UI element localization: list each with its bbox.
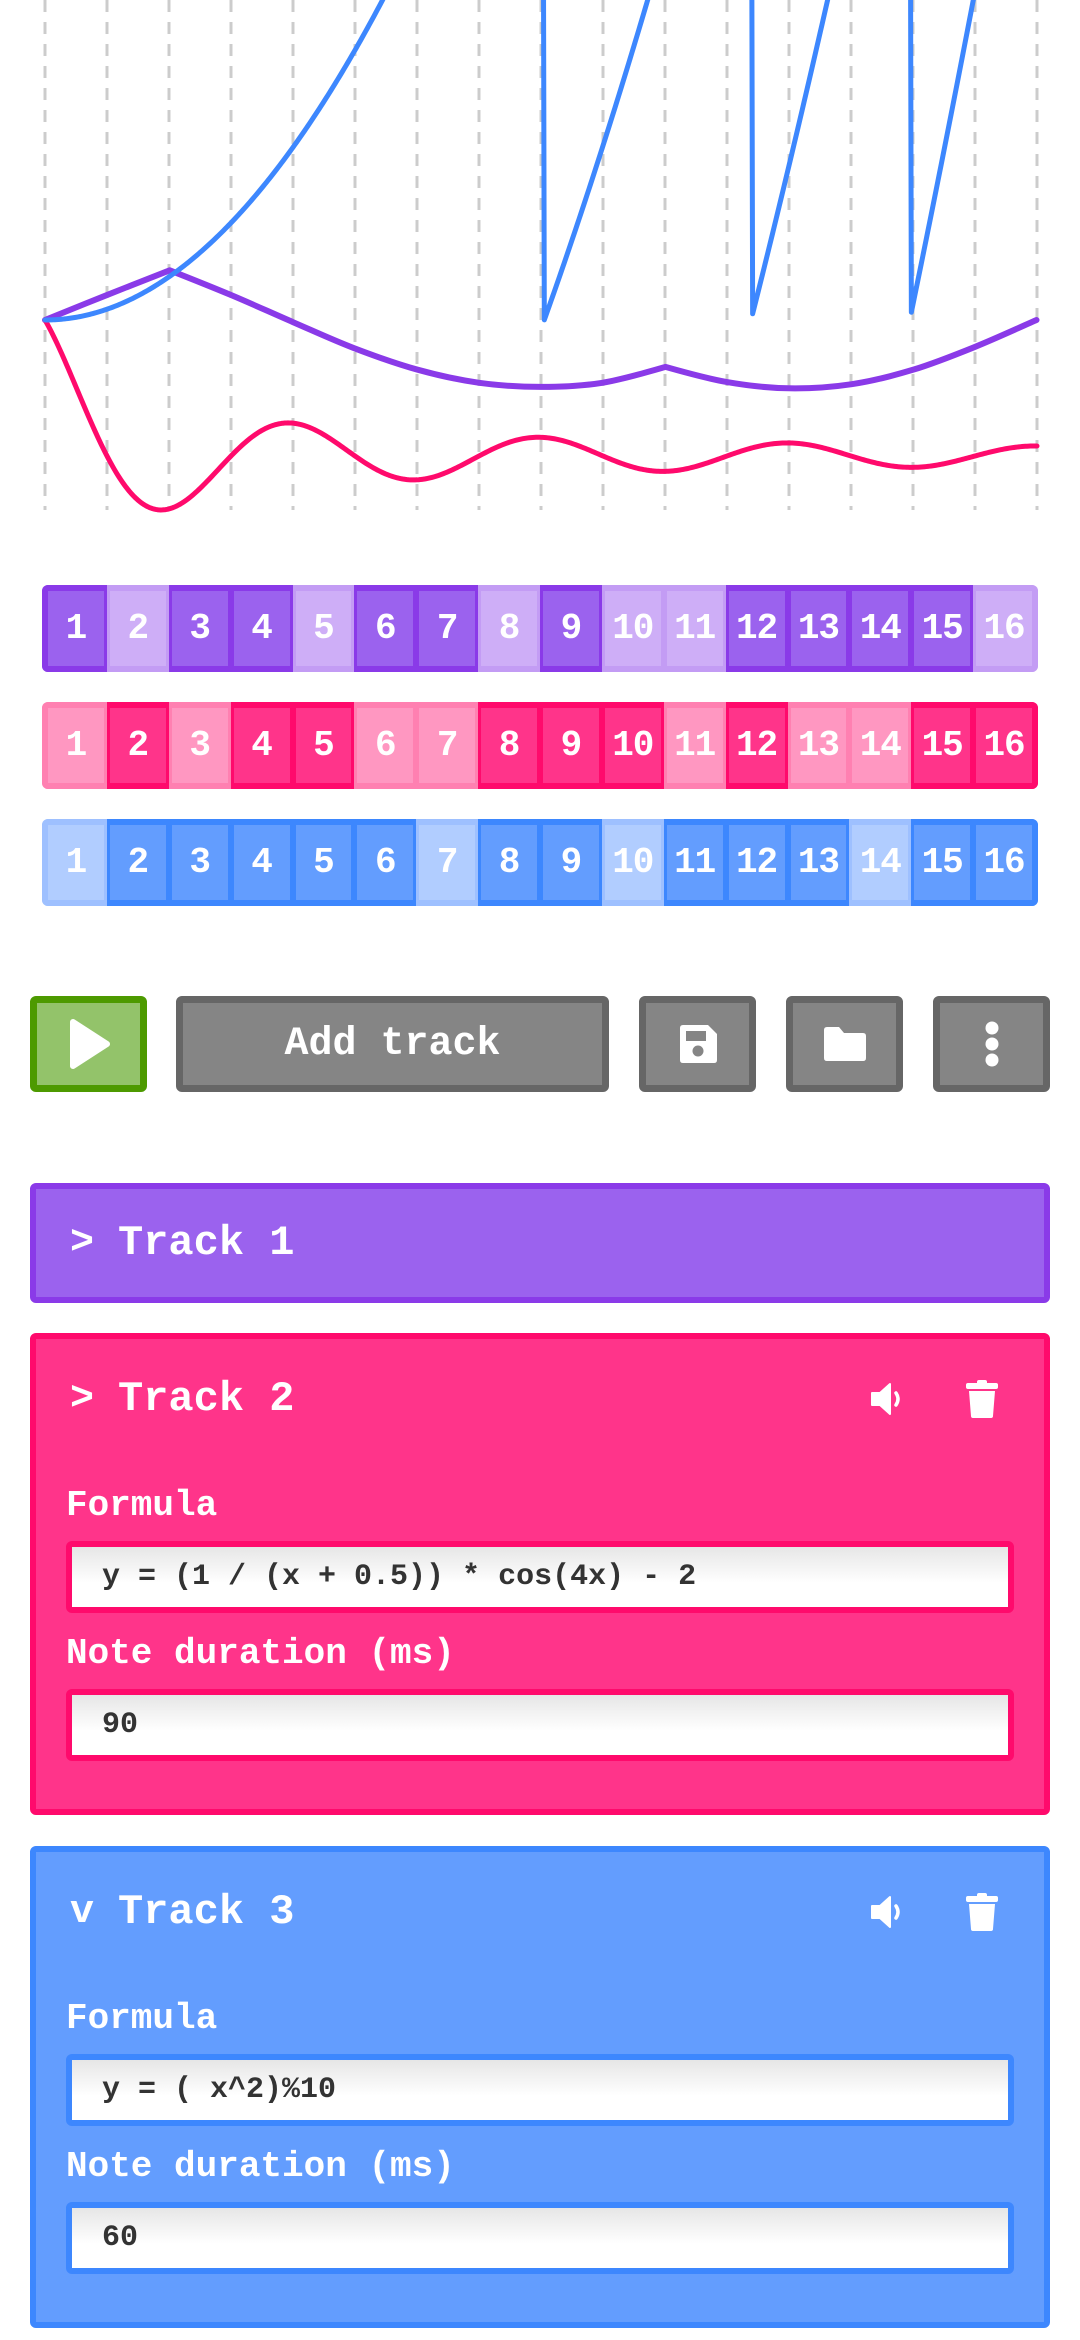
track-3-header[interactable]: v Track 3 (70, 1882, 294, 1942)
track-2-header[interactable]: > Track 2 (70, 1369, 294, 1429)
track-2-panel: > Track 2 Formula Note duration (ms) (30, 1333, 1050, 1815)
add-track-label: Add track (284, 1021, 501, 1067)
floppy-disk-icon (679, 1025, 717, 1063)
expand-arrow-icon: > (70, 1220, 95, 1266)
collapse-arrow-icon: v (70, 1889, 95, 1935)
formula-input[interactable] (66, 1541, 1014, 1613)
step-cell[interactable]: 11 (663, 702, 726, 789)
step-cell[interactable]: 3 (168, 585, 231, 672)
step-cell[interactable]: 1 (42, 819, 107, 906)
step-cell[interactable]: 5 (292, 702, 355, 789)
track-3-panel: v Track 3 Formula Note duration (ms) (30, 1846, 1050, 2328)
step-cell[interactable]: 8 (478, 819, 540, 906)
track-2-curve (42, 317, 1040, 513)
formula-label: Formula (66, 1485, 218, 1526)
expand-arrow-icon: > (70, 1376, 95, 1422)
step-row-track-2: 1 2 3 4 5 6 7 8 9 10 11 12 13 14 15 16 (42, 702, 1038, 789)
step-cell[interactable]: 11 (663, 585, 726, 672)
step-cell[interactable]: 10 (601, 702, 664, 789)
save-button[interactable] (639, 996, 756, 1092)
track-title: Track 3 (118, 1888, 295, 1936)
step-cell[interactable]: 2 (106, 702, 169, 789)
step-cell[interactable]: 2 (106, 585, 169, 672)
step-cell[interactable]: 16 (973, 702, 1038, 789)
folder-icon (823, 1027, 866, 1061)
step-cell[interactable]: 6 (354, 585, 417, 672)
vertical-ellipsis-icon (985, 1021, 998, 1067)
trash-icon[interactable] (962, 1892, 1002, 1932)
trash-icon[interactable] (962, 1379, 1002, 1419)
track-1-panel: > Track 1 (30, 1183, 1050, 1303)
track-title: Track 2 (118, 1375, 295, 1423)
step-cell[interactable]: 7 (416, 585, 479, 672)
step-cell[interactable]: 9 (540, 585, 602, 672)
step-cell[interactable]: 7 (416, 702, 479, 789)
more-options-button[interactable] (933, 996, 1050, 1092)
step-cell[interactable]: 14 (849, 585, 912, 672)
step-cell[interactable]: 13 (787, 585, 850, 672)
note-duration-label: Note duration (ms) (66, 1633, 455, 1674)
step-cell[interactable]: 11 (663, 819, 726, 906)
play-icon (69, 1019, 110, 1069)
step-cell[interactable]: 10 (601, 819, 664, 906)
step-cell[interactable]: 13 (787, 819, 850, 906)
step-cell[interactable]: 2 (106, 819, 169, 906)
step-cell[interactable]: 14 (849, 702, 912, 789)
step-cell[interactable]: 15 (911, 585, 974, 672)
step-cell[interactable]: 12 (725, 702, 788, 789)
note-duration-input[interactable] (66, 1689, 1014, 1761)
step-cell[interactable]: 9 (540, 702, 602, 789)
step-cell[interactable]: 15 (911, 819, 974, 906)
step-cell[interactable]: 12 (725, 585, 788, 672)
step-cell[interactable]: 8 (478, 585, 540, 672)
step-cell[interactable]: 12 (725, 819, 788, 906)
step-cell[interactable]: 3 (168, 819, 231, 906)
step-cell[interactable]: 1 (42, 702, 107, 789)
formula-plot (42, 0, 1040, 513)
speaker-icon[interactable] (868, 1379, 908, 1419)
add-track-button[interactable]: Add track (176, 996, 609, 1092)
step-cell[interactable]: 16 (973, 585, 1038, 672)
open-button[interactable] (786, 996, 903, 1092)
step-cell[interactable]: 16 (973, 819, 1038, 906)
track-title: Track 1 (118, 1219, 295, 1267)
step-cell[interactable]: 9 (540, 819, 602, 906)
step-cell[interactable]: 15 (911, 702, 974, 789)
step-cell[interactable]: 1 (42, 585, 107, 672)
note-duration-input[interactable] (66, 2202, 1014, 2274)
step-cell[interactable]: 8 (478, 702, 540, 789)
track-1-header[interactable]: > Track 1 (70, 1189, 294, 1297)
step-cell[interactable]: 4 (230, 702, 293, 789)
step-row-track-3: 1 2 3 4 5 6 7 8 9 10 11 12 13 14 15 16 (42, 819, 1038, 906)
step-row-track-1: 1 2 3 4 5 6 7 8 9 10 11 12 13 14 15 16 (42, 585, 1038, 672)
step-cell[interactable]: 3 (168, 702, 231, 789)
formula-input[interactable] (66, 2054, 1014, 2126)
note-duration-label: Note duration (ms) (66, 2146, 455, 2187)
step-cell[interactable]: 10 (601, 585, 664, 672)
play-button[interactable] (30, 996, 147, 1092)
step-cell[interactable]: 4 (230, 819, 293, 906)
step-cell[interactable]: 6 (354, 819, 417, 906)
step-cell[interactable]: 5 (292, 819, 355, 906)
step-cell[interactable]: 13 (787, 702, 850, 789)
step-cell[interactable]: 6 (354, 702, 417, 789)
step-cell[interactable]: 14 (849, 819, 912, 906)
step-cell[interactable]: 7 (416, 819, 479, 906)
speaker-icon[interactable] (868, 1892, 908, 1932)
step-cell[interactable]: 4 (230, 585, 293, 672)
step-cell[interactable]: 5 (292, 585, 355, 672)
formula-label: Formula (66, 1998, 218, 2039)
